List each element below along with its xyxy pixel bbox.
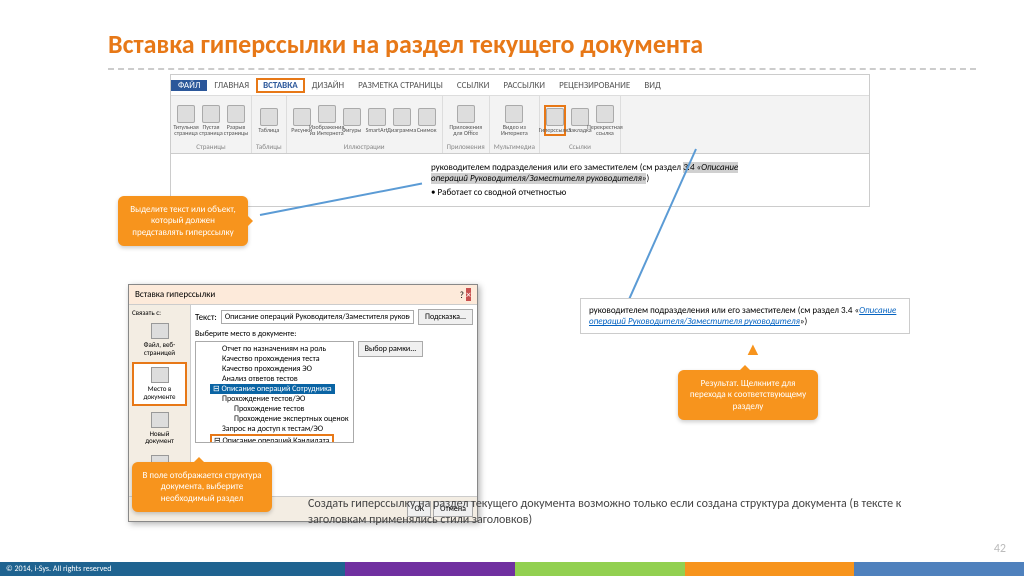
hint-button[interactable]: Подсказка... xyxy=(418,309,473,325)
frame-button[interactable]: Выбор рамки... xyxy=(358,341,424,357)
document-tree[interactable]: Отчет по назначениям на рольКачество про… xyxy=(195,341,354,443)
ribbon-Гиперссылка[interactable]: Гиперссылка xyxy=(544,105,566,136)
text-input[interactable] xyxy=(221,310,414,324)
dialog-title: Вставка гиперссылки xyxy=(135,289,215,300)
ribbon-Снимок[interactable]: Снимок xyxy=(416,108,438,133)
tab-refs[interactable]: ССЫЛКИ xyxy=(450,80,497,91)
copyright: © 2014, i-Sys. All rights reserved xyxy=(0,562,345,576)
ribbon-Видео из Интернета[interactable]: Видео из Интернета xyxy=(503,105,525,136)
ribbon-Диаграмма[interactable]: Диаграмма xyxy=(391,108,413,133)
tab-insert[interactable]: ВСТАВКА xyxy=(256,78,305,93)
link-opt-place[interactable]: Место в документе xyxy=(132,362,187,405)
tree-node[interactable]: ⊟ Описание операций Кандидата xyxy=(200,434,349,443)
ribbon-Фигуры[interactable]: Фигуры xyxy=(341,108,363,133)
document-area: руководителем подразделения или его заме… xyxy=(171,153,869,206)
close-icon[interactable]: × xyxy=(466,288,471,301)
ribbon-SmartArt[interactable]: SmartArt xyxy=(366,108,388,133)
dialog-titlebar: Вставка гиперссылки ? × xyxy=(129,285,477,305)
tree-node[interactable]: Анализ ответов тестов xyxy=(200,374,349,384)
link-opt-new[interactable]: Новый документ xyxy=(132,408,187,449)
tree-node[interactable]: Качество прохождения ЭО xyxy=(200,364,349,374)
tab-file[interactable]: ФАЙЛ xyxy=(171,80,207,91)
ribbon-groups: Титульная страницаПустая страницаРазрыв … xyxy=(171,95,869,153)
ribbon-Разрыв страницы[interactable]: Разрыв страницы xyxy=(225,105,247,136)
tree-node[interactable]: Запрос на доступ к тестам/ЭО xyxy=(200,424,349,434)
ribbon-Пустая страница[interactable]: Пустая страница xyxy=(200,105,222,136)
place-label: Выберите место в документе: xyxy=(195,329,473,339)
footer-note: Создать гиперссылку на раздел текущего д… xyxy=(308,496,908,528)
ribbon-Таблица[interactable]: Таблица xyxy=(258,108,280,133)
ribbon-Приложения для Office[interactable]: Приложения для Office xyxy=(455,105,477,136)
help-icon[interactable]: ? xyxy=(460,290,464,301)
tree-node[interactable]: Прохождение тестов xyxy=(200,404,349,414)
ribbon-Перекрестная ссылка[interactable]: Перекрестная ссылка xyxy=(594,105,616,136)
ribbon-Титульная страница[interactable]: Титульная страница xyxy=(175,105,197,136)
tab-view[interactable]: ВИД xyxy=(637,80,667,91)
word-ribbon-screenshot: ФАЙЛ ГЛАВНАЯ ВСТАВКА ДИЗАЙН РАЗМЕТКА СТР… xyxy=(170,74,870,207)
callout-select-text: Выделите текст или объект, который долже… xyxy=(118,196,248,246)
tree-node[interactable]: Прохождение экспертных оценок xyxy=(200,414,349,424)
result-text: руководителем подразделения или его заме… xyxy=(589,305,859,316)
callout-tree: В поле отображается структура документа,… xyxy=(132,462,272,512)
tab-mail[interactable]: РАССЫЛКИ xyxy=(496,80,552,91)
tree-node[interactable]: Отчет по назначениям на роль xyxy=(200,344,349,354)
tab-review[interactable]: РЕЦЕНЗИРОВАНИЕ xyxy=(552,80,637,91)
tab-layout[interactable]: РАЗМЕТКА СТРАНИЦЫ xyxy=(351,80,450,91)
tree-node[interactable]: ⊟ Описание операций Сотрудника xyxy=(200,384,349,394)
ribbon-Изображения из Интернета[interactable]: Изображения из Интернета xyxy=(316,105,338,136)
page-number: 42 xyxy=(994,542,1006,556)
tree-node[interactable]: Качество прохождения теста xyxy=(200,354,349,364)
doc-text-highlight: операций Руководителя/Заместителя руково… xyxy=(431,173,646,184)
tab-design[interactable]: ДИЗАЙН xyxy=(305,80,351,91)
result-preview: руководителем подразделения или его заме… xyxy=(580,298,910,334)
arrow-up-icon: ▲ xyxy=(744,338,762,360)
divider xyxy=(108,68,976,70)
slide-title: Вставка гиперссылки на раздел текущего д… xyxy=(0,0,1024,68)
ribbon-tabs: ФАЙЛ ГЛАВНАЯ ВСТАВКА ДИЗАЙН РАЗМЕТКА СТР… xyxy=(171,75,869,95)
link-to-label: Связать с: xyxy=(132,308,187,317)
footer-bar: © 2014, i-Sys. All rights reserved xyxy=(0,562,1024,576)
tree-node[interactable]: Прохождение тестов/ЭО xyxy=(200,394,349,404)
doc-bullet: • Работает со сводной отчетностью xyxy=(431,187,849,198)
callout-result: Результат. Щелкните для перехода к соотв… xyxy=(678,370,818,420)
text-label: Текст: xyxy=(195,312,217,323)
doc-text-highlight: 3.4 «Описание xyxy=(683,162,738,173)
tab-home[interactable]: ГЛАВНАЯ xyxy=(207,80,256,91)
link-opt-web[interactable]: Файл, веб-страницей xyxy=(132,319,187,360)
doc-text: руководителем подразделения или его заме… xyxy=(431,162,683,173)
